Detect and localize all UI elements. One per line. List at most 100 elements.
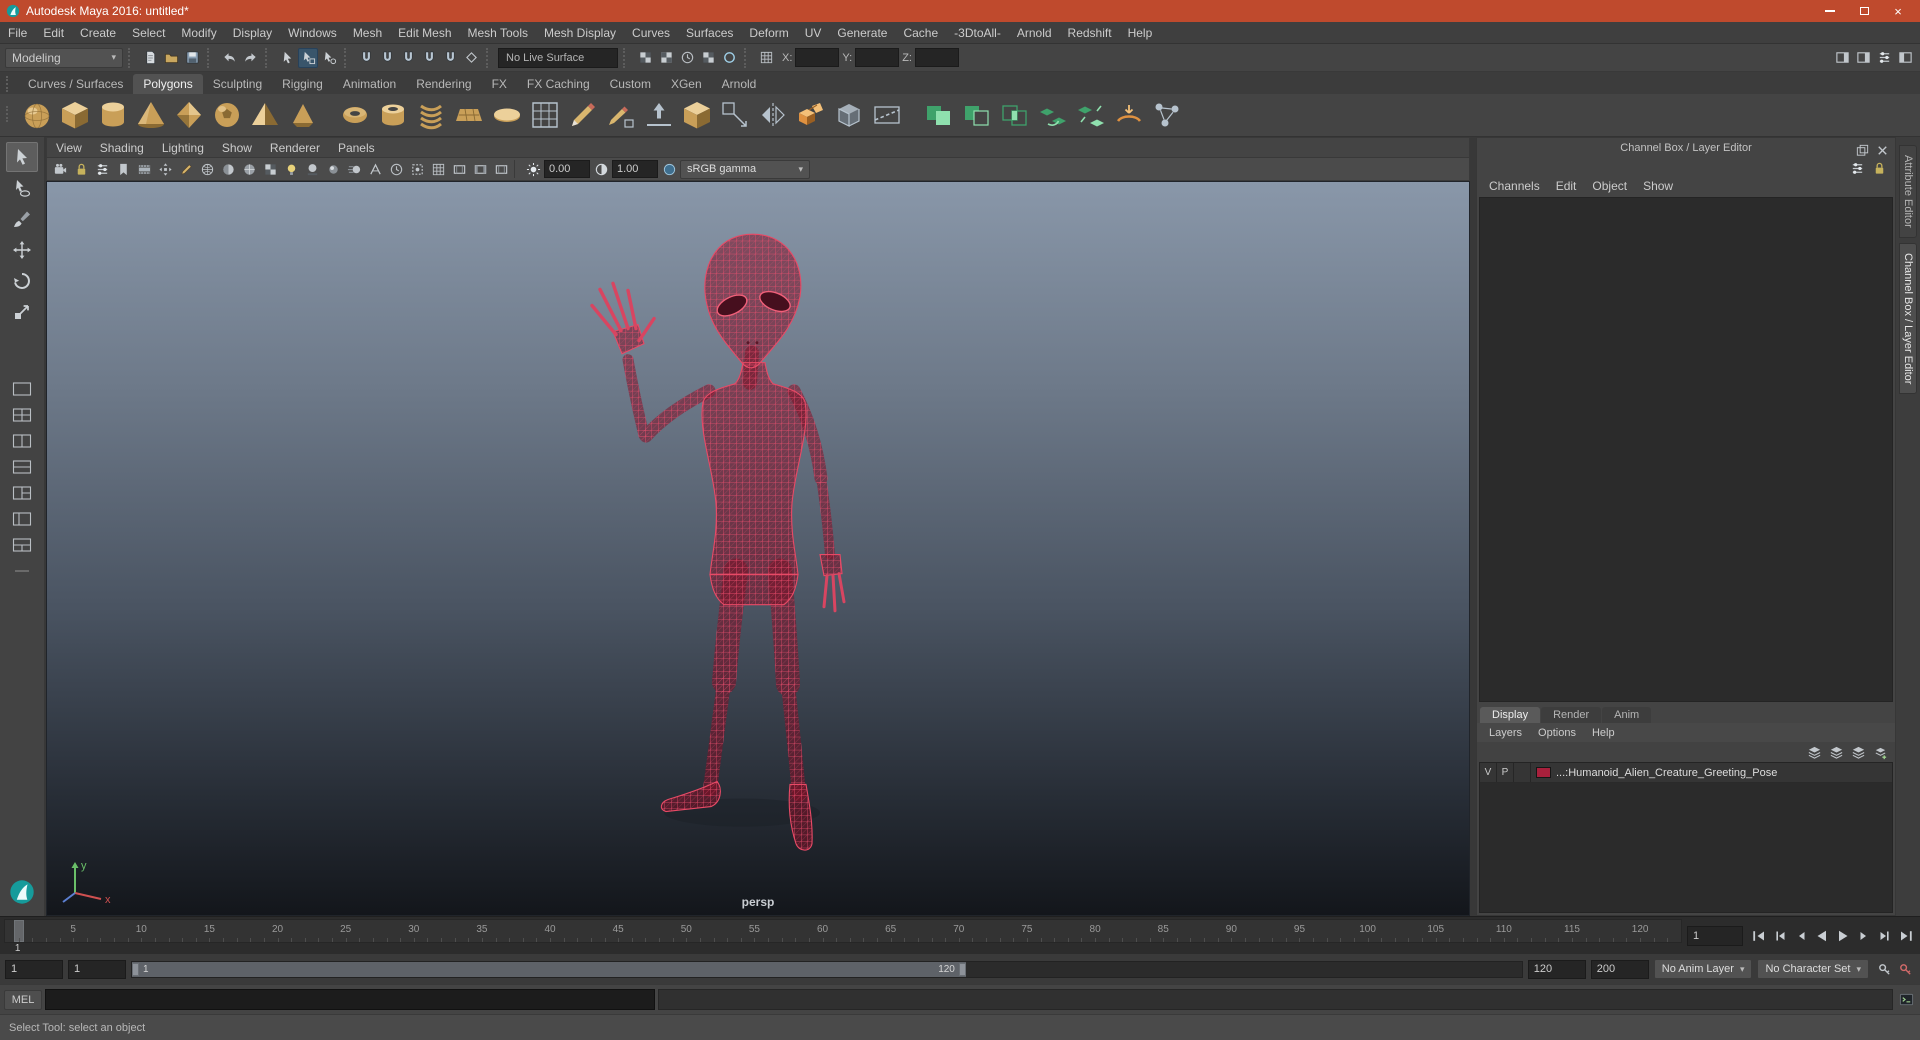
command-language-toggle[interactable]: MEL — [4, 989, 42, 1010]
playback-end-field[interactable] — [1527, 959, 1586, 979]
four-pane-layout[interactable] — [7, 402, 37, 428]
shelf-icon-poly-disc[interactable] — [488, 96, 526, 134]
shelf-tab-xgen[interactable]: XGen — [661, 74, 712, 94]
menu-generate[interactable]: Generate — [829, 22, 895, 43]
range-start-handle[interactable] — [132, 962, 139, 976]
menu-deform[interactable]: Deform — [741, 22, 796, 43]
group-grip[interactable] — [744, 47, 751, 68]
select-camera-icon[interactable] — [50, 159, 70, 179]
view-transform-dropdown[interactable]: sRGB gamma ▾ — [680, 159, 810, 179]
minimize-icon[interactable] — [1814, 2, 1846, 20]
symmetry-off-icon[interactable] — [756, 48, 776, 68]
shelf-tab-rendering[interactable]: Rendering — [406, 74, 481, 94]
gate-mask-icon[interactable] — [470, 159, 490, 179]
panel-menu-view[interactable]: View — [47, 138, 91, 157]
group-grip[interactable] — [207, 47, 214, 68]
step-back-one-key-button[interactable] — [1769, 925, 1790, 947]
undo-icon[interactable] — [219, 48, 239, 68]
shelf-tab-fx-caching[interactable]: FX Caching — [517, 74, 600, 94]
layer-menu-options[interactable]: Options — [1530, 723, 1584, 742]
field-chart-icon[interactable] — [428, 159, 448, 179]
panel-menu-shading[interactable]: Shading — [91, 138, 153, 157]
rotate-tool[interactable] — [6, 266, 38, 296]
tool-settings-icon[interactable] — [1874, 48, 1894, 68]
menu-windows[interactable]: Windows — [280, 22, 345, 43]
layer-movedown-icon[interactable] — [1826, 742, 1846, 762]
panel-menu-panels[interactable]: Panels — [329, 138, 384, 157]
three-pane-layout[interactable] — [7, 480, 37, 506]
lock-camera-icon[interactable] — [71, 159, 91, 179]
layer-tab-display[interactable]: Display — [1480, 707, 1541, 723]
view-transform-icon[interactable] — [659, 159, 679, 179]
shelf-icon-sculpt-tool[interactable] — [640, 96, 678, 134]
shelf-icon-poly-cylinder[interactable] — [94, 96, 132, 134]
select-by-object-icon[interactable] — [298, 47, 318, 68]
custom-layout[interactable] — [7, 532, 37, 558]
menu-display[interactable]: Display — [225, 22, 280, 43]
range-end-handle[interactable] — [958, 962, 966, 976]
redo-icon[interactable] — [240, 48, 260, 68]
shelf-icon-target-weld[interactable] — [716, 96, 754, 134]
sequence-time-icon[interactable] — [386, 159, 406, 179]
wireframe-on-shaded-icon[interactable] — [239, 159, 259, 179]
single-pane-layout[interactable] — [7, 376, 37, 402]
two-pane-side-layout[interactable] — [7, 428, 37, 454]
shelf-tab-custom[interactable]: Custom — [600, 74, 661, 94]
shelf-icon-mirror[interactable] — [754, 96, 792, 134]
panel-menu-show[interactable]: Show — [213, 138, 261, 157]
menu-3dtoall[interactable]: -3DtoAll- — [946, 22, 1009, 43]
close-panel-icon[interactable] — [1872, 140, 1892, 160]
character-set-dropdown[interactable]: No Character Set ▾ — [1757, 959, 1869, 979]
shelf-icon-quad-draw-tool[interactable] — [602, 96, 640, 134]
menu-help[interactable]: Help — [1120, 22, 1161, 43]
paint-selection-tool[interactable] — [6, 204, 38, 234]
isolate-select-icon[interactable] — [407, 159, 427, 179]
layer-moveup-icon[interactable] — [1804, 742, 1824, 762]
menu-modify[interactable]: Modify — [173, 22, 224, 43]
channel-menu-edit[interactable]: Edit — [1548, 176, 1585, 196]
float-panel-icon[interactable] — [1852, 140, 1872, 160]
camera-attributes-icon[interactable] — [92, 159, 112, 179]
shelf-tab-animation[interactable]: Animation — [333, 74, 406, 94]
animation-end-field[interactable] — [1590, 959, 1649, 979]
shelf-icon-boolean-intersection[interactable] — [996, 96, 1034, 134]
channel-menu-show[interactable]: Show — [1635, 176, 1681, 196]
texture-placement-icon[interactable] — [698, 48, 718, 68]
open-scene-icon[interactable] — [161, 48, 181, 68]
attribute-editor-icon[interactable] — [1853, 48, 1873, 68]
menu-file[interactable]: File — [0, 22, 35, 43]
time-ruler[interactable]: 5 10 15 20 25 30 35 40 45 50 55 60 65 70 75 80 85 90 95 100… — [4, 918, 1682, 943]
shelf-icon-boolean-difference[interactable] — [958, 96, 996, 134]
shelf-tab-arnold[interactable]: Arnold — [712, 74, 767, 94]
layer-menu-layers[interactable]: Layers — [1481, 723, 1530, 742]
shelf-icon-poly-soccer-ball[interactable] — [208, 96, 246, 134]
panel-menu-renderer[interactable]: Renderer — [261, 138, 329, 157]
shelf-icon-poly-cone[interactable] — [132, 96, 170, 134]
shelf-icon-combine[interactable] — [1034, 96, 1072, 134]
shelf-icon-bevel[interactable] — [830, 96, 868, 134]
group-grip[interactable] — [344, 47, 351, 68]
gamma-field[interactable] — [612, 160, 658, 178]
channel-box-icon[interactable] — [1895, 48, 1915, 68]
anim-layer-dropdown[interactable]: No Anim Layer ▾ — [1653, 959, 1753, 979]
shelf-icon-poly-pipe[interactable] — [374, 96, 412, 134]
menu-select[interactable]: Select — [124, 22, 173, 43]
snap-to-grids-icon[interactable] — [356, 48, 376, 68]
outliner-persp-layout[interactable] — [7, 506, 37, 532]
maya-logo-button[interactable] — [9, 879, 35, 908]
select-by-component-icon[interactable] — [319, 48, 339, 68]
snap-to-view-planes-icon[interactable] — [440, 48, 460, 68]
playback-start-field[interactable] — [68, 959, 126, 979]
current-frame-field[interactable] — [1687, 925, 1743, 946]
shelf-icon-poly-pyramid[interactable] — [246, 96, 284, 134]
menu-uv[interactable]: UV — [797, 22, 830, 43]
shelf-icon-smooth[interactable] — [678, 96, 716, 134]
script-editor-icon[interactable] — [1896, 990, 1916, 1010]
construction-history-icon[interactable] — [677, 48, 697, 68]
two-d-pan-zoom-icon[interactable] — [155, 159, 175, 179]
exposure-icon[interactable] — [523, 159, 543, 179]
screen-space-ao-icon[interactable] — [323, 159, 343, 179]
shelf-tab-polygons[interactable]: Polygons — [133, 74, 203, 94]
shelf-grip[interactable] — [6, 106, 14, 122]
shelf-icon-poly-prism[interactable] — [284, 96, 322, 134]
